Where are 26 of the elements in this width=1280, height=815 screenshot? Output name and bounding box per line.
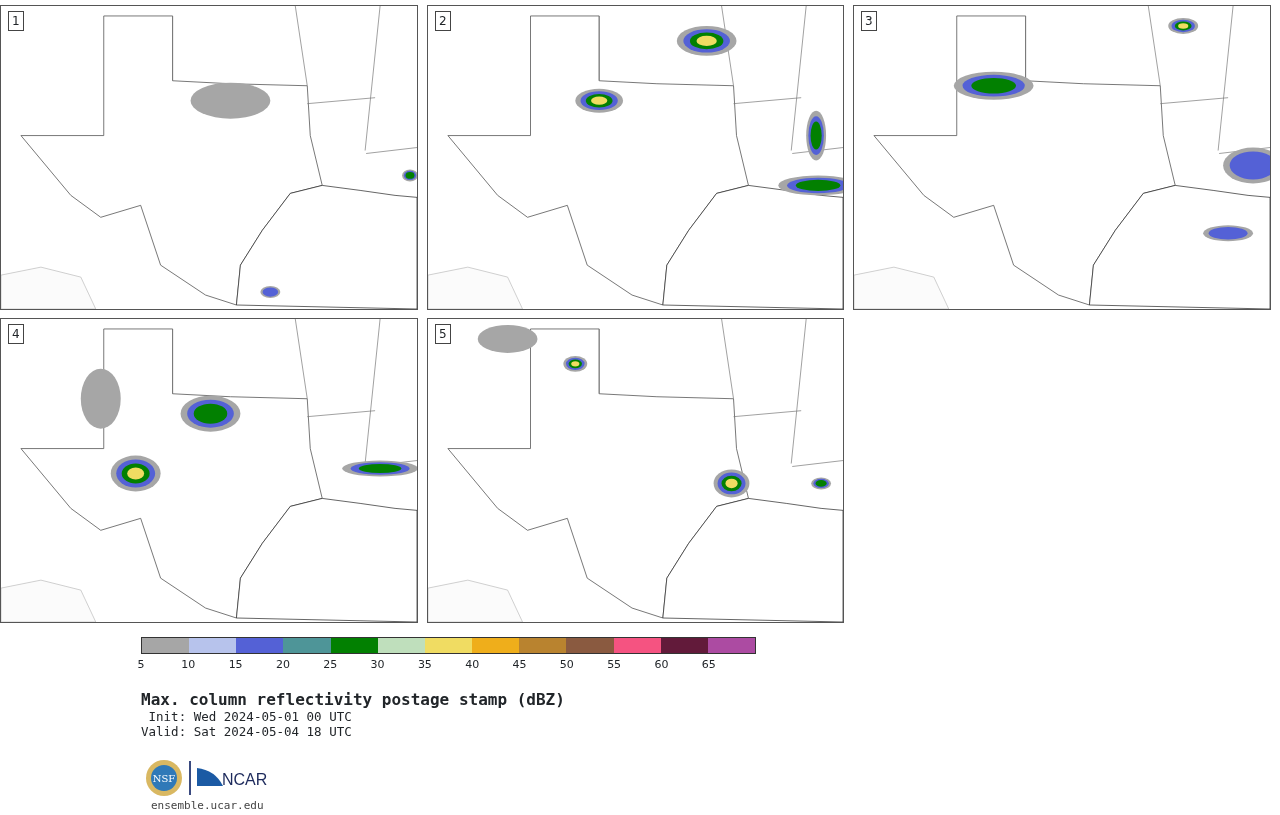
panel-number: 2 bbox=[435, 11, 451, 31]
logo-divider bbox=[189, 761, 191, 795]
panel-number: 3 bbox=[861, 11, 877, 31]
tick-label: 5 bbox=[137, 657, 145, 673]
tick-label: 25 bbox=[323, 657, 338, 673]
tick-label: 50 bbox=[559, 657, 574, 673]
tick-label: 60 bbox=[654, 657, 669, 673]
panel-number: 5 bbox=[435, 324, 451, 344]
tick-label: 35 bbox=[417, 657, 432, 673]
tick-label: 55 bbox=[607, 657, 622, 673]
swoosh-icon bbox=[197, 768, 223, 788]
tick-label: 45 bbox=[512, 657, 527, 673]
tick-label: 40 bbox=[465, 657, 480, 673]
tick-label: 65 bbox=[701, 657, 716, 673]
logo-text: NSF bbox=[152, 773, 176, 784]
panel-number: 1 bbox=[8, 11, 24, 31]
tick-label: 15 bbox=[228, 657, 243, 673]
valid-time: Valid: Sat 2024-05-04 18 UTC bbox=[141, 724, 353, 739]
panel-number: 4 bbox=[8, 324, 24, 344]
tick-label: 20 bbox=[275, 657, 290, 673]
tick-label: 30 bbox=[370, 657, 385, 673]
tick-label: 10 bbox=[181, 657, 196, 673]
chart-title: Max. column reflectivity postage stamp (dBZ) bbox=[141, 690, 566, 709]
ncar-logo-text: NCAR bbox=[222, 770, 268, 790]
init-time: Init: Wed 2024-05-01 00 UTC bbox=[147, 709, 353, 724]
website-url: ensemble.ucar.edu bbox=[151, 799, 265, 813]
